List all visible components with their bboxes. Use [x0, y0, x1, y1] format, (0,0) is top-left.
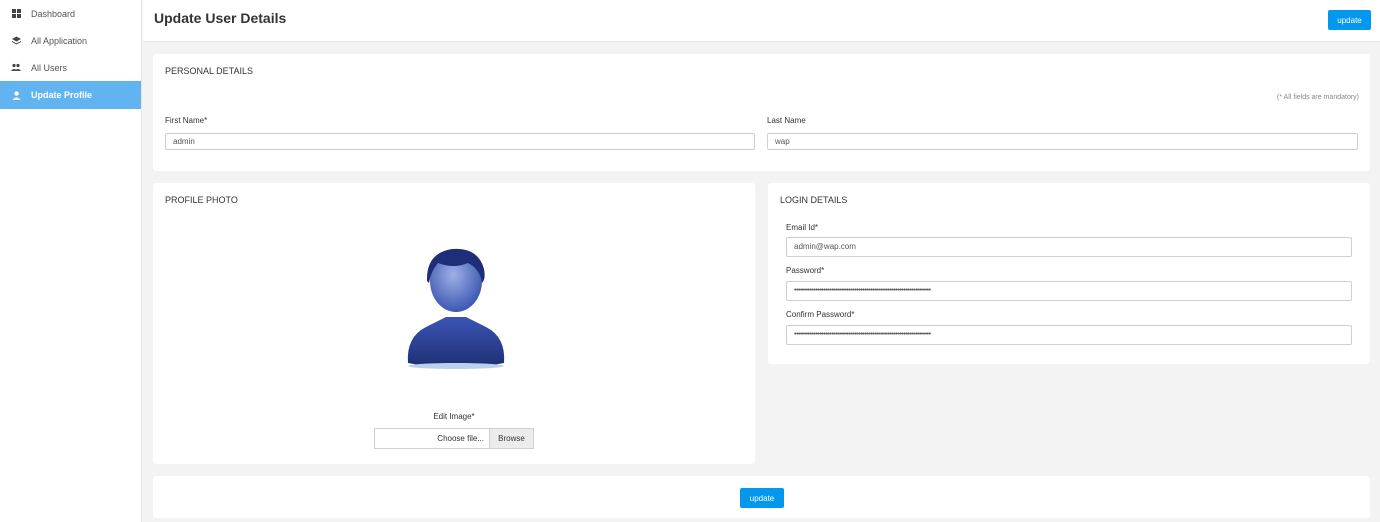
sidebar-item-all-users[interactable]: All Users [0, 54, 141, 81]
top-bar: Update User Details update [143, 0, 1380, 42]
profile-photo-title: PROFILE PHOTO [165, 195, 238, 205]
sidebar-item-label: Dashboard [31, 8, 76, 19]
login-details-card: LOGIN DETAILS Email Id* admin@wap.com Pa… [768, 183, 1370, 364]
update-button-top[interactable]: update [1328, 10, 1371, 30]
page-title: Update User Details [154, 10, 287, 26]
mandatory-note: (* All fields are mandatory) [1276, 94, 1359, 101]
personal-details-card: PERSONAL DETAILS (* All fields are manda… [153, 54, 1370, 171]
password-input[interactable]: ••••••••••••••••••••••••••••••••••••••••… [786, 281, 1352, 301]
users-icon [11, 63, 21, 73]
sidebar-item-all-application[interactable]: All Application [0, 27, 141, 54]
sidebar-item-label: All Users [31, 62, 68, 73]
sidebar-item-update-profile[interactable]: Update Profile [0, 81, 141, 109]
confirm-password-input[interactable]: ••••••••••••••••••••••••••••••••••••••••… [786, 325, 1352, 345]
first-name-input[interactable]: admin [165, 133, 755, 150]
file-upload-text[interactable]: Choose file... [375, 429, 489, 448]
update-button-bottom[interactable]: update [740, 488, 784, 508]
layers-icon [11, 36, 21, 46]
personal-details-title: PERSONAL DETAILS [165, 66, 254, 76]
edit-image-label: Edit Image* [433, 412, 475, 421]
last-name-label: Last Name [767, 116, 806, 125]
login-details-title: LOGIN DETAILS [780, 195, 848, 205]
sidebar-item-label: All Application [31, 35, 88, 46]
last-name-input[interactable]: wap [767, 133, 1358, 150]
password-label: Password* [786, 266, 825, 275]
email-label: Email Id* [786, 223, 819, 232]
file-upload[interactable]: Choose file... Browse [374, 428, 534, 449]
sidebar-item-dashboard[interactable]: Dashboard [0, 0, 141, 27]
email-input[interactable]: admin@wap.com [786, 237, 1352, 257]
confirm-password-label: Confirm Password* [786, 310, 855, 319]
user-icon [11, 90, 21, 100]
avatar-image [407, 248, 505, 369]
profile-photo-card: PROFILE PHOTO Edit Image* Choose file...… [153, 183, 755, 464]
sidebar: Dashboard All Application All Users Upda… [0, 0, 142, 522]
sidebar-item-label: Update Profile [31, 90, 93, 100]
browse-button[interactable]: Browse [489, 429, 533, 448]
footer-card: update [153, 476, 1370, 518]
first-name-label: First Name* [165, 116, 208, 125]
dashboard-icon [11, 9, 21, 19]
